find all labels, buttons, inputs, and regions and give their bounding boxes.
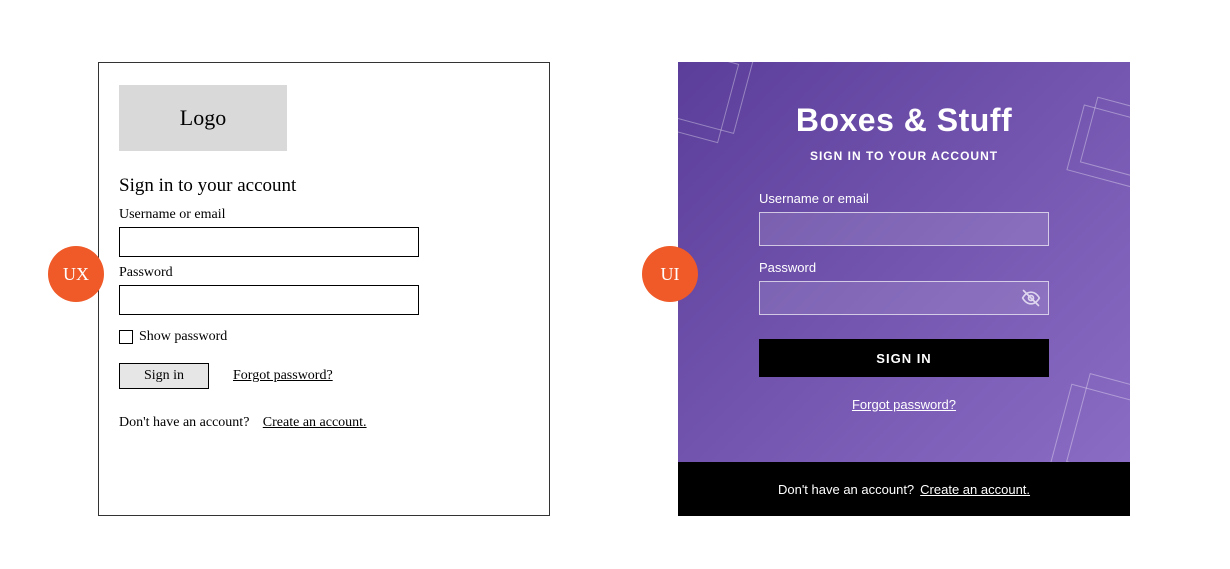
- password-label: Password: [119, 265, 529, 281]
- password-input[interactable]: [759, 281, 1049, 315]
- create-account-link[interactable]: Create an account.: [920, 482, 1030, 497]
- ux-wireframe-panel: Logo Sign in to your account Username or…: [98, 62, 550, 516]
- ui-badge: UI: [642, 246, 698, 302]
- signin-heading: Sign in to your account: [119, 175, 529, 197]
- sign-in-button[interactable]: SIGN IN: [759, 339, 1049, 377]
- sign-in-button[interactable]: Sign in: [119, 363, 209, 389]
- show-password-label: Show password: [139, 329, 227, 345]
- signup-footer: Don't have an account? Create an account…: [678, 462, 1130, 516]
- create-account-link[interactable]: Create an account.: [263, 415, 367, 430]
- eye-off-icon[interactable]: [1021, 288, 1041, 308]
- logo-placeholder: Logo: [119, 85, 287, 151]
- cube-decoration-icon: [678, 62, 739, 143]
- signin-subtitle: SIGN IN TO YOUR ACCOUNT: [678, 149, 1130, 163]
- ux-badge: UX: [48, 246, 104, 302]
- forgot-password-link[interactable]: Forgot password?: [759, 397, 1049, 412]
- password-input[interactable]: [119, 285, 419, 315]
- username-input[interactable]: [119, 227, 419, 257]
- username-input[interactable]: [759, 212, 1049, 246]
- forgot-password-link[interactable]: Forgot password?: [233, 368, 333, 384]
- show-password-checkbox[interactable]: [119, 330, 133, 344]
- no-account-text: Don't have an account?: [119, 415, 249, 430]
- username-label: Username or email: [759, 191, 1049, 206]
- password-label: Password: [759, 260, 1049, 275]
- ui-mockup-panel: Boxes & Stuff SIGN IN TO YOUR ACCOUNT Us…: [678, 62, 1130, 516]
- username-label: Username or email: [119, 207, 529, 223]
- brand-title: Boxes & Stuff: [678, 102, 1130, 139]
- no-account-text: Don't have an account?: [778, 482, 914, 497]
